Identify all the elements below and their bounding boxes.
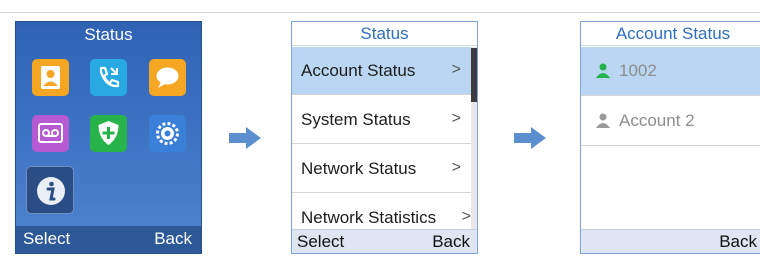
softkey-select[interactable]: Select bbox=[297, 232, 344, 252]
menu-item-label: Network Status bbox=[301, 159, 417, 178]
security-add-icon[interactable] bbox=[90, 115, 127, 152]
arrow-right-icon bbox=[229, 127, 261, 149]
account-status-screen: Account Status 1002 Account 2 Back bbox=[580, 21, 760, 254]
chevron-right-icon: > bbox=[451, 61, 461, 78]
menu-item-network-status[interactable]: Network Status > bbox=[292, 145, 473, 193]
screen-title: Status bbox=[84, 25, 133, 44]
softkey-bar: Back bbox=[581, 229, 760, 253]
arrow-right-icon bbox=[514, 127, 546, 149]
softkey-bar: Select Back bbox=[292, 229, 477, 253]
softkey-back[interactable]: Back bbox=[432, 232, 470, 252]
screen-title: Account Status bbox=[581, 22, 760, 46]
menu-item-system-status[interactable]: System Status > bbox=[292, 96, 473, 144]
person-icon bbox=[596, 113, 610, 128]
menu-item-label: Network Statistics bbox=[301, 208, 437, 227]
chevron-right-icon: > bbox=[461, 208, 471, 225]
scrollbar-thumb[interactable] bbox=[471, 48, 477, 102]
softkey-back[interactable]: Back bbox=[719, 232, 757, 252]
info-icon bbox=[37, 177, 65, 205]
voicemail-icon[interactable] bbox=[32, 115, 69, 152]
account-row-1002[interactable]: 1002 bbox=[581, 47, 760, 96]
account-label: 1002 bbox=[619, 61, 657, 80]
home-screen: Status Select Back bbox=[15, 21, 202, 254]
messages-icon[interactable] bbox=[149, 59, 186, 96]
chevron-right-icon: > bbox=[451, 159, 461, 176]
settings-icon[interactable] bbox=[149, 115, 186, 152]
softkey-bar: Select Back bbox=[16, 226, 201, 253]
call-history-icon[interactable] bbox=[90, 59, 127, 96]
info-tile-selected[interactable] bbox=[26, 166, 74, 214]
top-divider bbox=[0, 12, 760, 13]
account-label: Account 2 bbox=[619, 111, 695, 130]
menu-item-account-status[interactable]: Account Status > bbox=[292, 47, 473, 95]
softkey-select[interactable]: Select bbox=[23, 229, 70, 249]
status-menu-screen: Status Account Status > System Status > … bbox=[291, 21, 478, 254]
contacts-icon[interactable] bbox=[32, 59, 69, 96]
screen-title: Status bbox=[292, 22, 477, 46]
menu-item-label: System Status bbox=[301, 110, 411, 129]
person-icon bbox=[596, 63, 610, 78]
chevron-right-icon: > bbox=[451, 110, 461, 127]
softkey-back[interactable]: Back bbox=[154, 229, 192, 249]
account-row-account-2[interactable]: Account 2 bbox=[581, 97, 760, 146]
menu-item-label: Account Status bbox=[301, 61, 416, 80]
